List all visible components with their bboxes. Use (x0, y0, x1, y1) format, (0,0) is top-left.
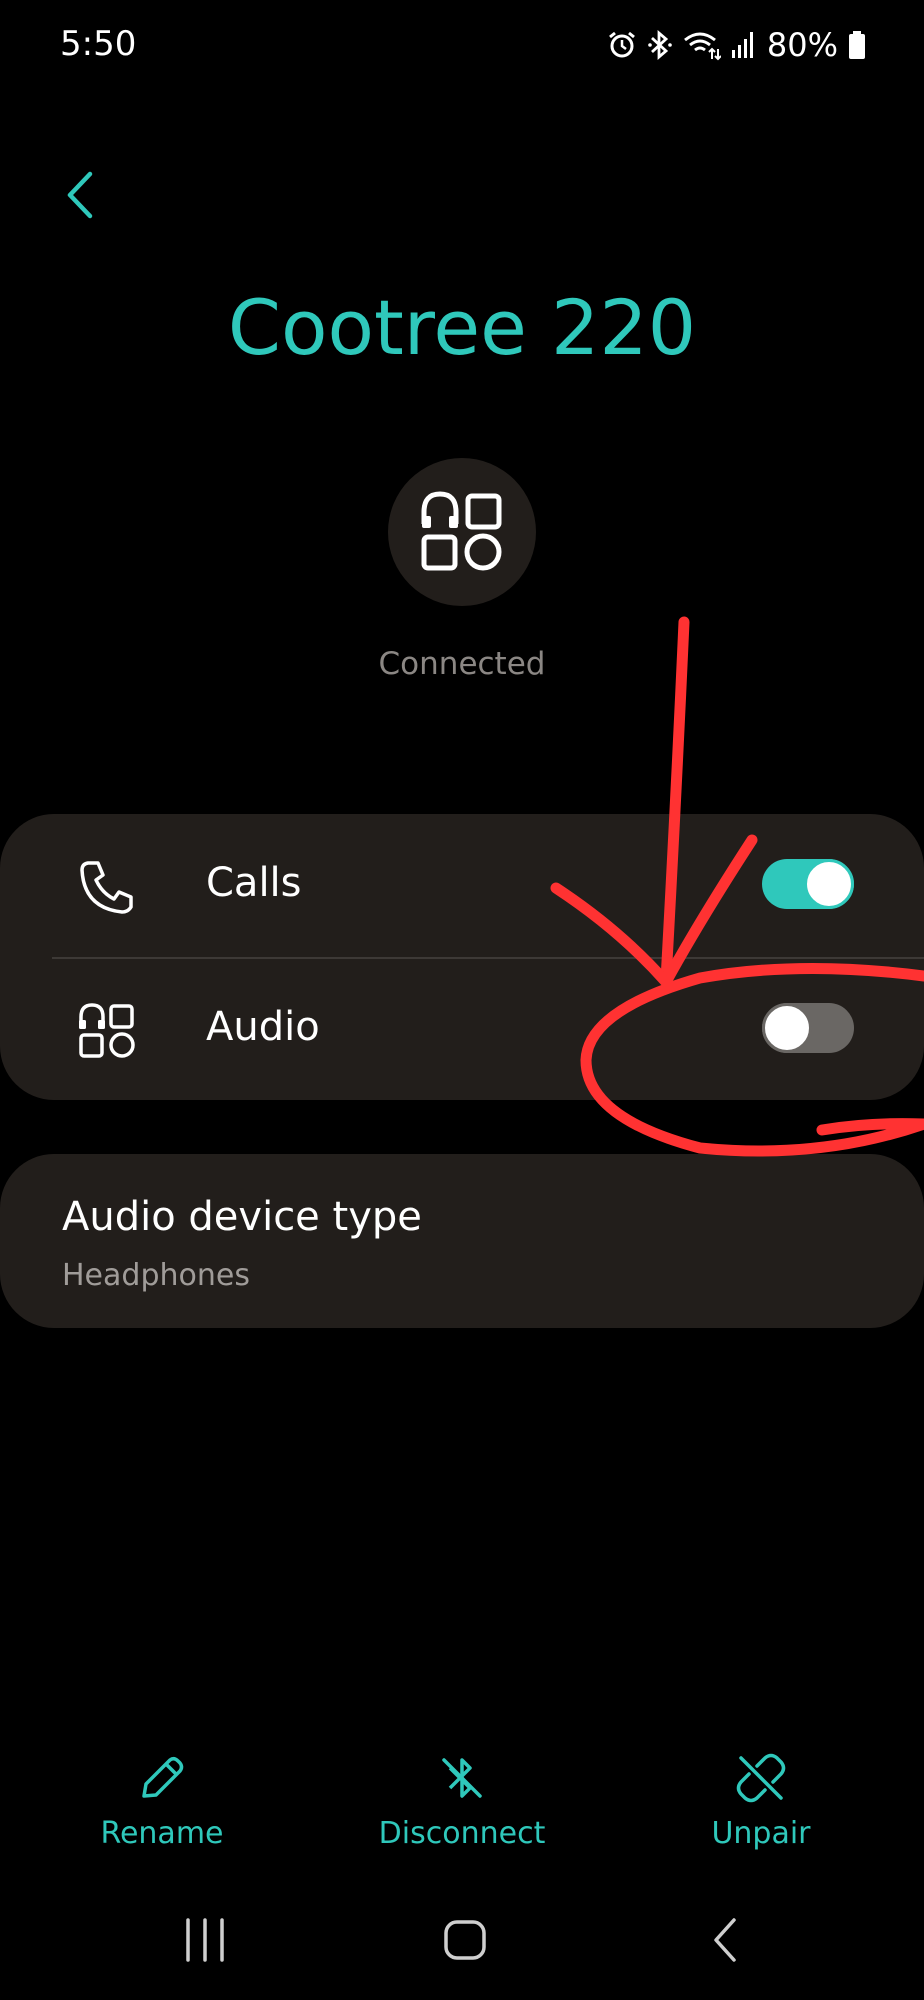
navigation-bar (0, 1900, 924, 2000)
nav-back-button[interactable] (680, 1910, 770, 1980)
battery-icon (849, 31, 865, 59)
disconnect-button[interactable]: Disconnect (342, 1740, 582, 1860)
device-name: Cootree 220 (227, 283, 697, 372)
calls-toggle[interactable] (762, 859, 854, 909)
toggle-knob (804, 859, 854, 909)
audio-toggle[interactable] (762, 1003, 854, 1053)
device-avatar (388, 458, 536, 606)
recents-icon (186, 1918, 224, 1962)
audio-device-icon (79, 1003, 135, 1058)
alarm-icon (608, 31, 635, 58)
battery-percentage: 80% (766, 26, 838, 64)
audio-label: Audio (206, 1004, 320, 1050)
unpair-label: Unpair (711, 1816, 811, 1851)
pencil-icon (142, 1756, 184, 1798)
audio-device-type-value: Headphones (62, 1258, 250, 1293)
back-icon (714, 1918, 736, 1962)
bottom-actions: Rename Disconnect Unpair (0, 1740, 924, 1860)
calls-label: Calls (206, 860, 302, 906)
profiles-card: Calls Audio (0, 814, 924, 1100)
unpair-button[interactable]: Unpair (641, 1740, 881, 1860)
status-bar: 5:50 80% (0, 0, 924, 90)
disconnect-label: Disconnect (378, 1816, 546, 1851)
signal-icon (731, 32, 753, 58)
bluetooth-icon (648, 29, 672, 61)
back-button[interactable] (52, 160, 108, 230)
home-button[interactable] (420, 1910, 510, 1980)
recents-button[interactable] (160, 1910, 250, 1980)
toggle-knob (762, 1003, 812, 1053)
home-icon (444, 1920, 486, 1960)
status-icons: 80% (607, 24, 866, 66)
bluetooth-off-icon (442, 1758, 482, 1798)
audio-device-type-title: Audio device type (62, 1194, 422, 1240)
connection-status: Connected (378, 646, 546, 682)
audio-row[interactable]: Audio (0, 958, 924, 1100)
wifi-icon (683, 32, 721, 61)
phone-icon (80, 861, 133, 914)
audio-device-type-card[interactable]: Audio device type Headphones (0, 1154, 924, 1328)
chevron-left-icon (67, 171, 93, 219)
unlink-icon (736, 1753, 786, 1803)
rename-label: Rename (100, 1816, 224, 1851)
rename-button[interactable]: Rename (42, 1740, 282, 1860)
audio-device-icon (421, 491, 502, 571)
status-time: 5:50 (60, 24, 137, 64)
calls-row[interactable]: Calls (0, 814, 924, 956)
